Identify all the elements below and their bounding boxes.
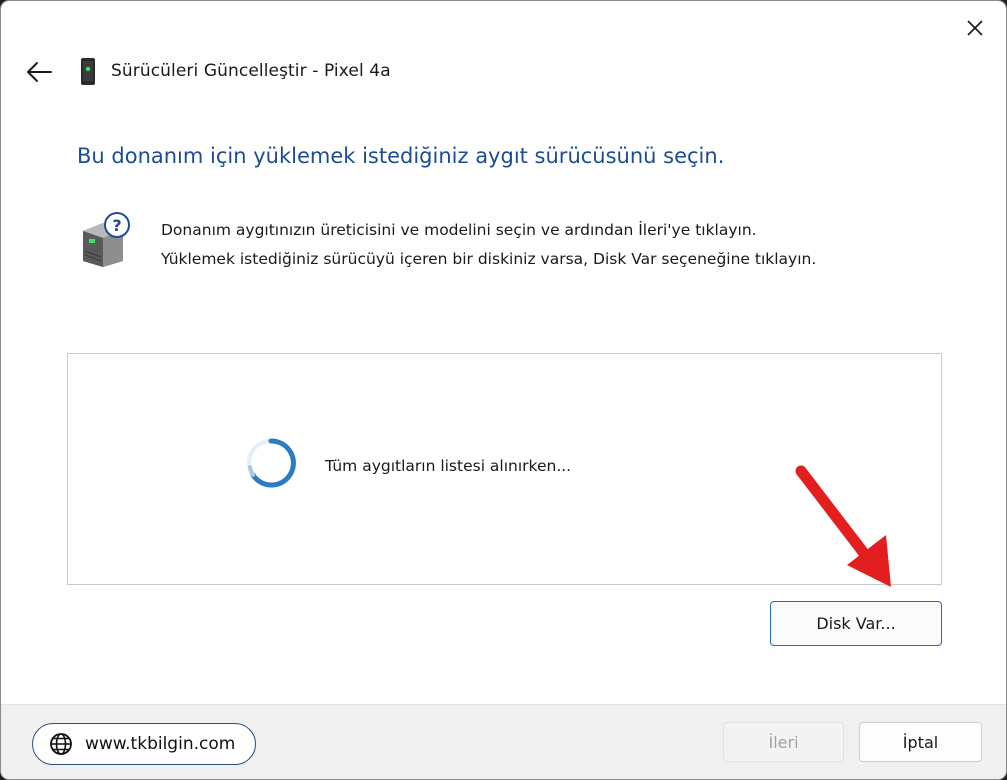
back-button[interactable] [21,55,57,89]
instruction-line-1: Donanım aygıtınızın üreticisini ve model… [161,221,757,239]
red-arrow-icon [795,465,891,587]
close-icon [967,20,983,36]
next-button[interactable]: İleri [723,722,844,762]
loading-spinner-icon [247,438,296,488]
window-title: Sürücüleri Güncelleştir - Pixel 4a [111,61,391,81]
cancel-button[interactable]: İptal [859,722,982,762]
phone-device-icon [81,58,95,85]
have-disk-button[interactable]: Disk Var... [770,601,942,646]
svg-text:?: ? [112,216,121,235]
globe-icon [50,733,72,755]
drive-question-icon: ? [83,212,130,267]
loading-status-text: Tüm aygıtların listesi alınırken... [325,457,572,475]
back-arrow-icon [27,62,52,82]
watermark-url: www.tkbilgin.com [85,734,236,754]
watermark-badge: www.tkbilgin.com [32,723,256,765]
close-button[interactable] [959,13,991,43]
page-heading: Bu donanım için yüklemek istediğiniz ayg… [77,144,725,168]
instruction-line-2: Yüklemek istediğiniz sürücüyü içeren bir… [161,250,817,268]
update-drivers-dialog: Sürücüleri Güncelleştir - Pixel 4a Bu do… [0,0,1007,780]
